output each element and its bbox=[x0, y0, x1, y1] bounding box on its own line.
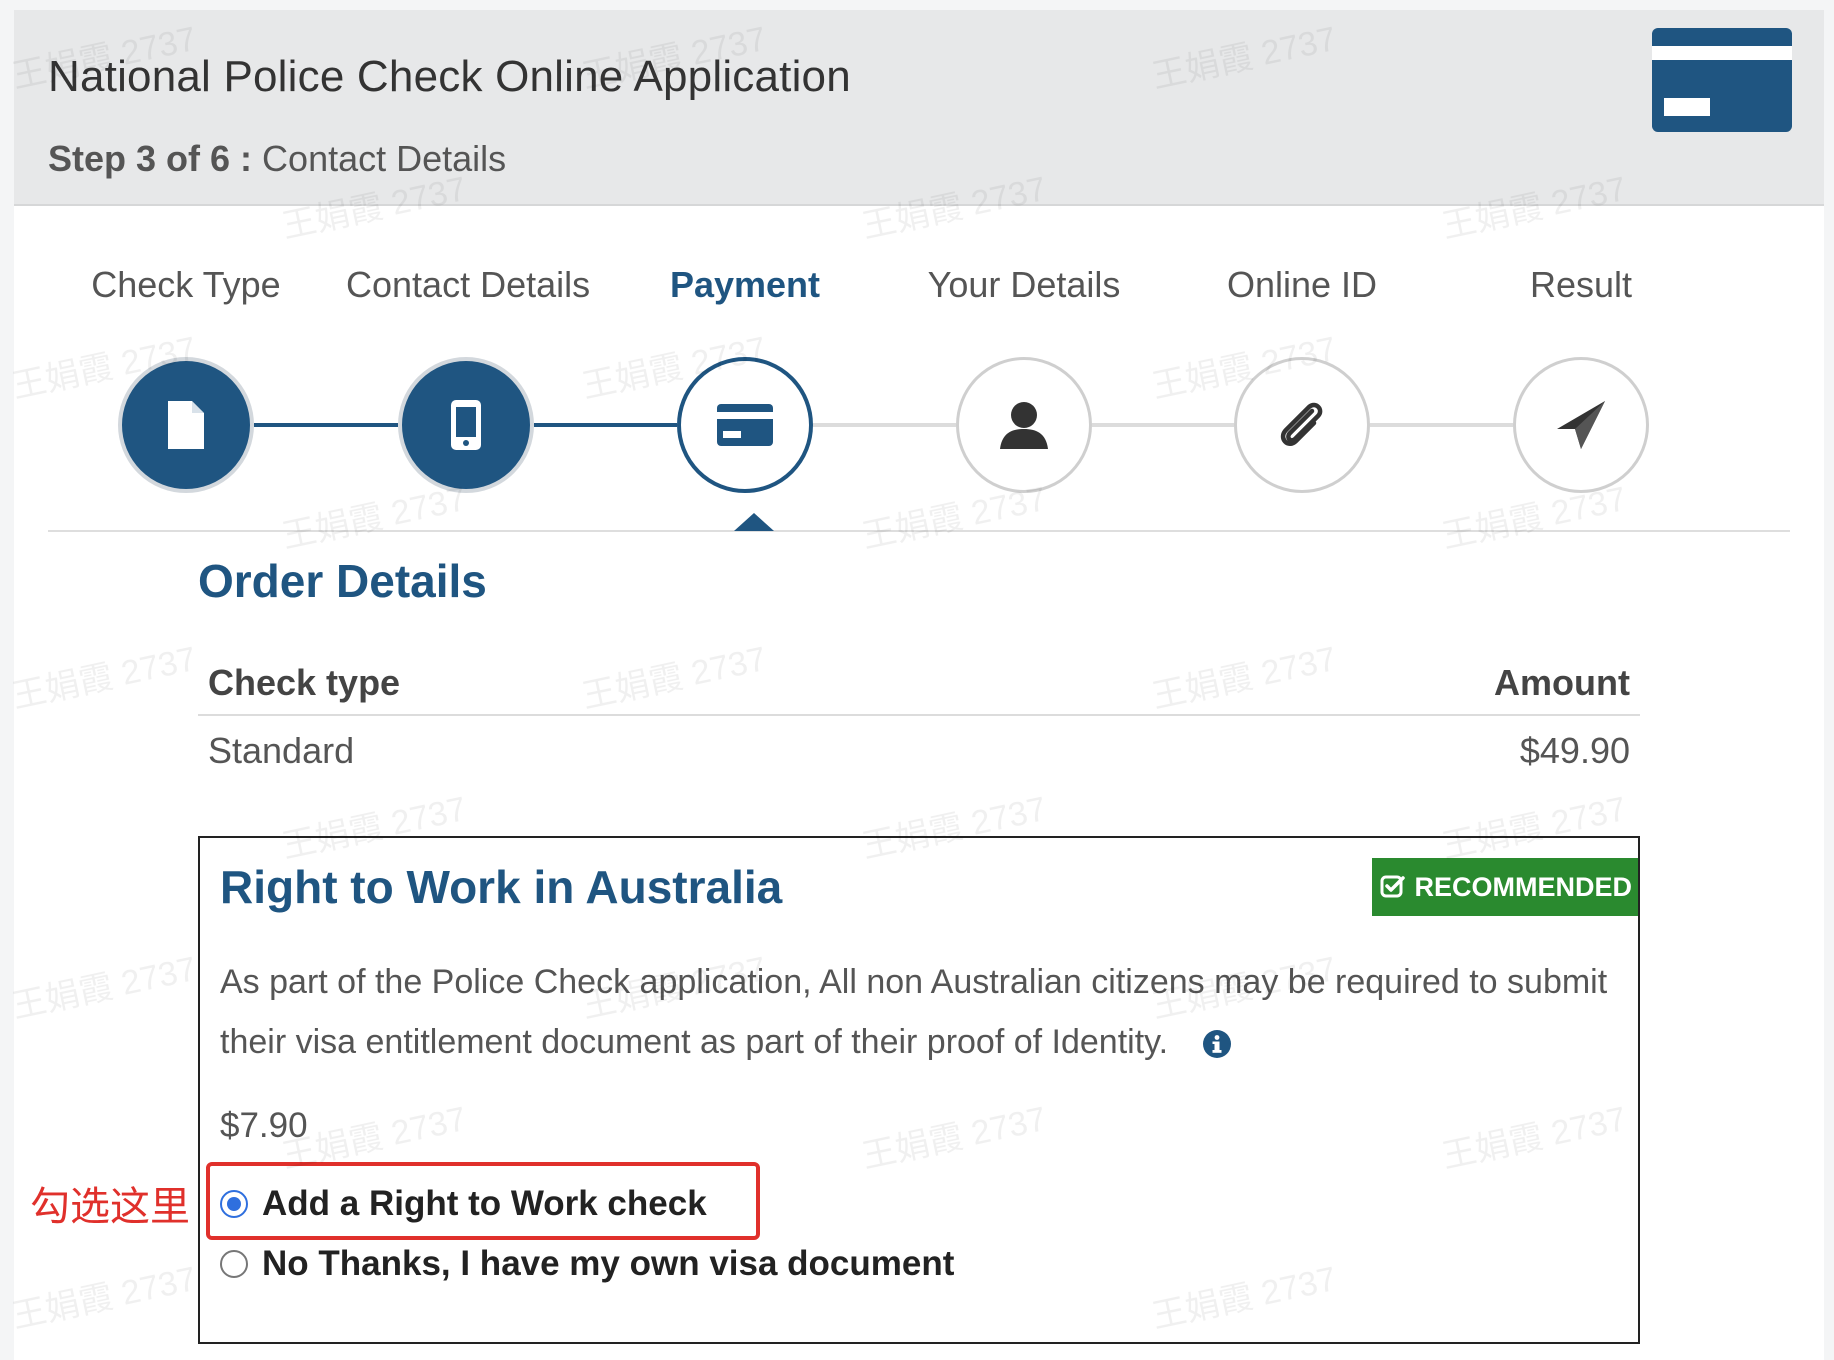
paper-plane-icon bbox=[1557, 401, 1605, 449]
row-check-type: Standard bbox=[208, 730, 355, 771]
step-label-your-details[interactable]: Your Details bbox=[904, 264, 1144, 306]
page-header: National Police Check Online Application… bbox=[14, 10, 1824, 206]
mobile-phone-icon bbox=[451, 400, 481, 450]
table-header: Check type Amount bbox=[198, 652, 1640, 716]
annotation-label: 勾选这里 bbox=[30, 1185, 190, 1229]
step-label-payment[interactable]: Payment bbox=[625, 264, 865, 306]
order-table: Check type Amount Standard $49.90 bbox=[198, 652, 1640, 786]
right-to-work-price: $7.90 bbox=[220, 1106, 308, 1145]
progress-connector bbox=[1370, 423, 1513, 427]
table-row: Standard $49.90 bbox=[198, 716, 1640, 786]
step-circle-result[interactable] bbox=[1513, 357, 1649, 493]
description-text: As part of the Police Check application,… bbox=[220, 963, 1608, 1061]
progress-divider bbox=[48, 530, 1790, 532]
step-circle-payment[interactable] bbox=[677, 357, 813, 493]
no-thanks-radio[interactable] bbox=[220, 1250, 248, 1278]
row-amount: $49.90 bbox=[1519, 730, 1630, 771]
step-circle-contact-details[interactable] bbox=[398, 357, 534, 493]
info-icon[interactable] bbox=[1202, 1029, 1232, 1059]
column-check-type: Check type bbox=[208, 662, 401, 703]
recommended-badge: RECOMMENDED bbox=[1372, 858, 1638, 916]
step-label-result[interactable]: Result bbox=[1461, 264, 1701, 306]
no-thanks-label[interactable]: No Thanks, I have my own visa document bbox=[262, 1244, 954, 1284]
progress-connector bbox=[534, 423, 677, 427]
step-circle-online-id[interactable] bbox=[1234, 357, 1370, 493]
progress-connector bbox=[1092, 423, 1234, 427]
order-details-title: Order Details bbox=[198, 555, 487, 607]
recommended-badge-label: RECOMMENDED bbox=[1414, 871, 1632, 902]
app-title: National Police Check Online Application bbox=[48, 52, 851, 101]
credit-card-icon bbox=[717, 404, 773, 446]
credit-card-icon bbox=[1652, 28, 1792, 132]
step-circle-your-details[interactable] bbox=[956, 357, 1092, 493]
step-label-contact-details[interactable]: Contact Details bbox=[346, 264, 590, 306]
step-circle-check-type[interactable] bbox=[118, 357, 254, 493]
active-step-caret bbox=[734, 513, 774, 531]
no-thanks-option[interactable]: No Thanks, I have my own visa document bbox=[220, 1244, 954, 1284]
right-to-work-panel: Right to Work in Australia RECOMMENDED A… bbox=[198, 836, 1640, 1344]
check-square-icon bbox=[1380, 875, 1406, 898]
step-name: Contact Details bbox=[262, 138, 507, 179]
step-number: Step 3 of 6 : bbox=[48, 138, 253, 179]
progress-connector bbox=[813, 423, 956, 427]
step-label-online-id[interactable]: Online ID bbox=[1182, 264, 1422, 306]
right-to-work-description: As part of the Police Check application,… bbox=[220, 952, 1620, 1072]
document-icon bbox=[168, 401, 204, 449]
paperclip-icon bbox=[1280, 402, 1323, 446]
progress-connector bbox=[254, 423, 398, 427]
step-indicator: Step 3 of 6 : Contact Details bbox=[48, 138, 506, 180]
annotation-highlight-box bbox=[206, 1162, 760, 1240]
step-label-check-type[interactable]: Check Type bbox=[66, 264, 306, 306]
user-icon bbox=[1000, 402, 1048, 449]
column-amount: Amount bbox=[1494, 662, 1630, 703]
right-to-work-title: Right to Work in Australia bbox=[220, 861, 783, 913]
